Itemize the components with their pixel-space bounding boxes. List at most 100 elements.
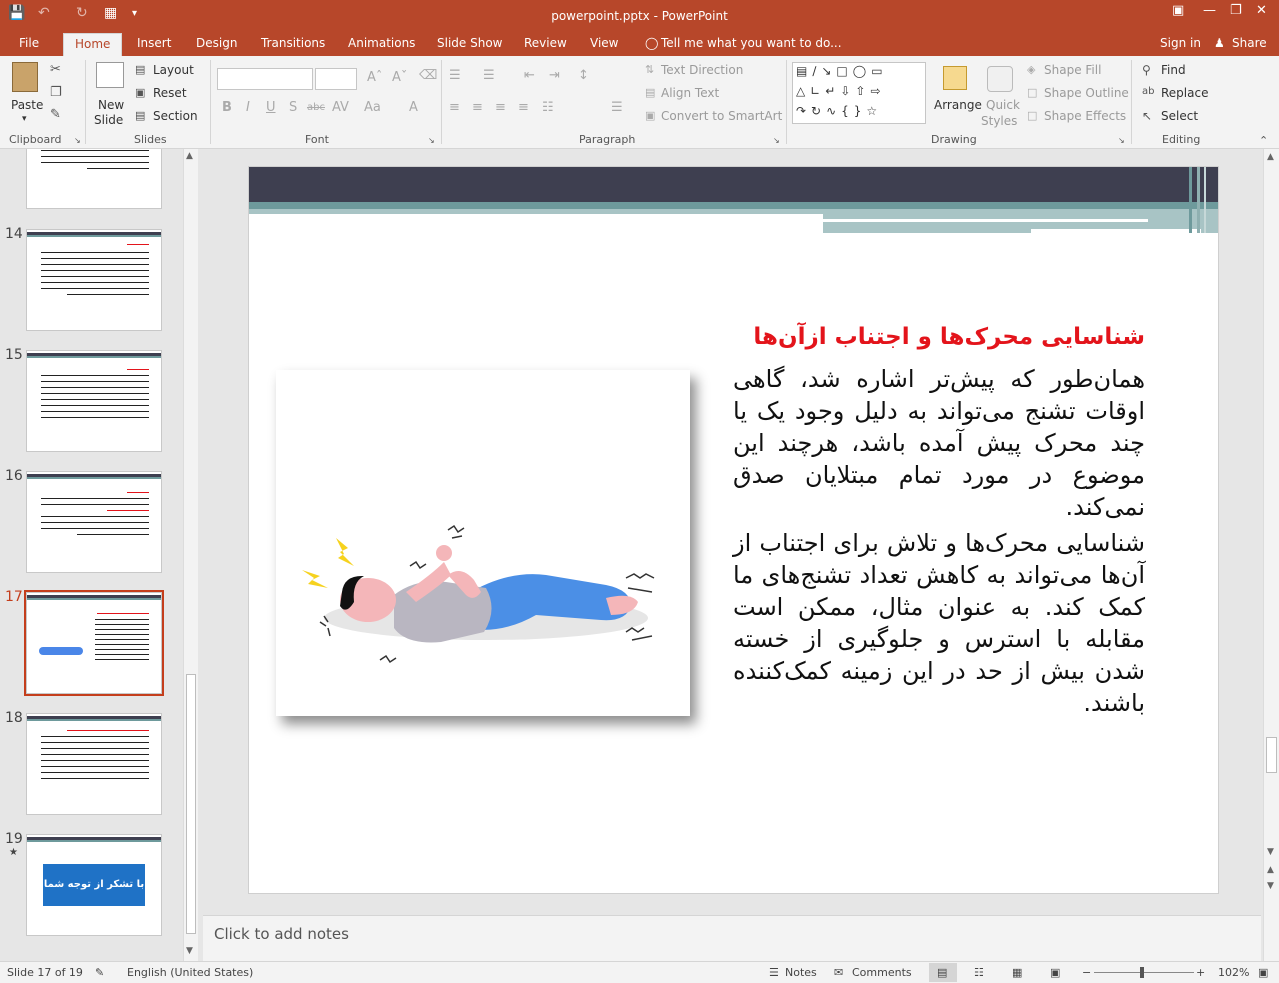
notes-toggle-button[interactable]: Notes (785, 966, 817, 979)
close-icon[interactable]: ✕ (1256, 3, 1267, 18)
scroll-up-icon[interactable]: ▲ (1267, 152, 1274, 162)
restore-icon[interactable]: ❐ (1230, 3, 1242, 18)
copy-icon[interactable]: ❐ (50, 85, 62, 100)
thumbnail-scrollbar[interactable]: ▲ ▼ (183, 149, 198, 961)
zoom-slider-track[interactable] (1094, 972, 1194, 973)
align-text-button[interactable]: Align Text (661, 86, 719, 100)
align-paragraph-icon[interactable]: ☰ (611, 100, 623, 115)
reset-button[interactable]: Reset (153, 86, 187, 100)
justify-icon[interactable]: ≡ (518, 100, 529, 115)
paste-icon[interactable] (12, 62, 38, 92)
previous-slide-icon[interactable]: ▲ (1267, 865, 1274, 875)
increase-indent-icon[interactable]: ⇥ (549, 68, 560, 83)
format-painter-icon[interactable]: ✎ (50, 107, 61, 122)
paste-button[interactable]: Paste (11, 98, 43, 112)
slide-thumbnail-15[interactable] (26, 350, 162, 452)
slide-canvas[interactable]: شناسایی محرک‌ها و اجتناب ازآن‌ها همان‌طو… (248, 166, 1219, 894)
shapes-row-2-icon[interactable]: △∟↵⇩⇧⇨ (796, 84, 886, 98)
text-direction-button[interactable]: Text Direction (661, 63, 743, 77)
new-slide-label[interactable]: Slide (94, 113, 123, 127)
shape-outline-button[interactable]: Shape Outline (1044, 86, 1129, 100)
quick-styles-button[interactable]: Quick (986, 98, 1020, 112)
tab-insert[interactable]: Insert (137, 36, 171, 50)
scroll-thumb[interactable] (186, 674, 196, 934)
notes-placeholder[interactable]: Click to add notes (214, 925, 349, 943)
shapes-row-1-icon[interactable]: ▤∕↘□◯▭ (796, 64, 888, 78)
font-color-button[interactable]: A (409, 100, 418, 115)
tab-home[interactable]: Home (63, 33, 123, 56)
minimize-icon[interactable]: — (1203, 3, 1216, 18)
new-slide-button[interactable]: New (98, 98, 124, 112)
slide-thumbnail-13[interactable] (26, 149, 162, 209)
cut-icon[interactable]: ✂ (50, 62, 61, 77)
paragraph-launcher-icon[interactable]: ↘ (773, 136, 780, 145)
align-center-icon[interactable]: ≡ (472, 100, 483, 115)
comments-button[interactable]: Comments (852, 966, 912, 979)
bullets-icon[interactable]: ☰ (449, 68, 461, 83)
text-shadow-button[interactable]: S (289, 100, 297, 115)
align-right-icon[interactable]: ≡ (495, 100, 506, 115)
slide-scrollbar[interactable]: ▲ ▼ ▲ ▼ (1263, 149, 1279, 961)
slide-sorter-icon[interactable]: ☷ (974, 966, 984, 979)
line-spacing-icon[interactable]: ↕ (578, 68, 589, 83)
bold-button[interactable]: B (222, 100, 232, 115)
tab-slide-show[interactable]: Slide Show (437, 36, 502, 50)
layout-button[interactable]: Layout (153, 63, 194, 77)
paste-dropdown-icon[interactable]: ▾ (22, 114, 27, 124)
reading-view-icon[interactable]: ▦ (1012, 966, 1022, 979)
drawing-launcher-icon[interactable]: ↘ (1118, 136, 1125, 145)
shape-effects-button[interactable]: Shape Effects (1044, 109, 1126, 123)
tab-design[interactable]: Design (196, 36, 237, 50)
underline-button[interactable]: U (266, 100, 276, 115)
zoom-slider-thumb[interactable] (1140, 967, 1144, 978)
tell-me-search[interactable]: Tell me what you want to do... (661, 36, 842, 50)
columns-icon[interactable]: ☷ (542, 100, 554, 115)
tab-transitions[interactable]: Transitions (261, 36, 325, 50)
scroll-down-icon[interactable]: ▼ (1267, 847, 1274, 857)
arrange-button[interactable]: Arrange (934, 98, 982, 112)
sign-in-link[interactable]: Sign in (1160, 36, 1201, 50)
strikethrough-button[interactable]: abc (307, 102, 325, 113)
share-button[interactable]: Share (1232, 36, 1267, 50)
slide-show-icon[interactable]: ▣ (1050, 966, 1060, 979)
slide-thumbnail-19[interactable]: با تشکر از توجه شما (26, 834, 162, 936)
tab-animations[interactable]: Animations (348, 36, 415, 50)
decrease-indent-icon[interactable]: ⇤ (524, 68, 535, 83)
slide-thumbnail-18[interactable] (26, 713, 162, 815)
slide-paragraph-1[interactable]: همان‌طور که پیش‌تر اشاره شد، گاهی اوقات … (733, 363, 1145, 523)
arrange-icon[interactable] (943, 66, 967, 90)
zoom-in-icon[interactable]: + (1196, 966, 1205, 979)
spelling-icon[interactable]: ✎ (95, 966, 104, 979)
ribbon-display-options-icon[interactable]: ▣ (1172, 3, 1184, 18)
scroll-down-icon[interactable]: ▼ (186, 946, 193, 956)
slide-paragraph-2[interactable]: شناسایی محرک‌ها و تلاش برای اجتناب از آن… (733, 527, 1145, 719)
convert-smartart-button[interactable]: Convert to SmartArt (661, 109, 782, 123)
slide-thumbnail-16[interactable] (26, 471, 162, 573)
new-slide-icon[interactable] (96, 62, 124, 88)
normal-view-icon[interactable]: ▤ (937, 966, 947, 979)
increase-font-size-icon[interactable]: Aˆ (367, 70, 382, 85)
select-button[interactable]: Select (1161, 109, 1198, 123)
tab-file[interactable]: File (19, 36, 39, 50)
align-left-icon[interactable]: ≡ (449, 100, 460, 115)
slide-title[interactable]: شناسایی محرک‌ها و اجتناب ازآن‌ها (709, 322, 1145, 352)
quick-styles-icon[interactable] (987, 66, 1013, 92)
find-button[interactable]: Find (1161, 63, 1186, 77)
picture-frame[interactable] (276, 370, 690, 716)
font-size-combo[interactable] (315, 68, 357, 90)
shapes-row-3-icon[interactable]: ↷↻∿{}☆ (796, 104, 882, 118)
section-button[interactable]: Section (153, 109, 198, 123)
language-indicator[interactable]: English (United States) (127, 966, 253, 979)
scroll-up-icon[interactable]: ▲ (186, 151, 193, 161)
slide-thumbnail-17[interactable] (26, 592, 162, 694)
notes-pane[interactable]: Click to add notes (203, 915, 1261, 961)
slide-thumbnail-14[interactable] (26, 229, 162, 331)
shapes-gallery[interactable]: ▤∕↘□◯▭ △∟↵⇩⇧⇨ ↷↻∿{}☆ (792, 62, 926, 124)
change-case-button[interactable]: Aa (364, 100, 381, 115)
next-slide-icon[interactable]: ▼ (1267, 881, 1274, 891)
tab-view[interactable]: View (590, 36, 618, 50)
italic-button[interactable]: I (246, 100, 250, 115)
fit-to-window-icon[interactable]: ▣ (1258, 966, 1268, 979)
clear-formatting-icon[interactable]: ⌫ (419, 68, 437, 83)
shape-fill-button[interactable]: Shape Fill (1044, 63, 1101, 77)
